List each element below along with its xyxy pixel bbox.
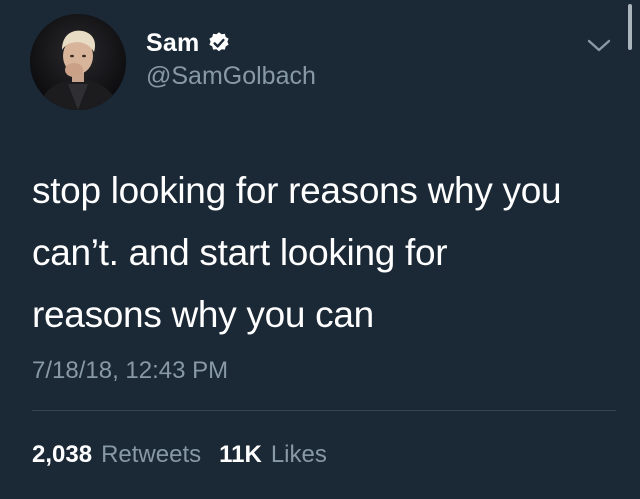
- tweet-timestamp[interactable]: 7/18/18, 12:43 PM: [32, 357, 228, 385]
- scrollbar[interactable]: [628, 4, 632, 50]
- retweets-count: 2,038: [32, 441, 93, 468]
- tweet-text: stop looking for reasons why you can’t. …: [32, 160, 622, 346]
- divider: [32, 410, 616, 411]
- likes-label: Likes: [270, 441, 327, 468]
- name-row: Sam: [146, 28, 316, 58]
- display-name[interactable]: Sam: [146, 29, 199, 58]
- likes-count: 11K: [219, 441, 262, 468]
- avatar[interactable]: [30, 14, 126, 110]
- tweet-card: Sam @SamGolbach stop looking for reasons…: [0, 0, 640, 499]
- retweets-label: Retweets: [101, 441, 202, 468]
- chevron-down-icon[interactable]: [586, 36, 612, 56]
- verified-badge-icon: [207, 31, 231, 55]
- tweet-stats: 2,038 Retweets 11K Likes: [32, 441, 327, 469]
- likes-stat[interactable]: 11K Likes: [219, 441, 327, 469]
- tweet-text-line: stop looking for reasons why you: [32, 170, 562, 211]
- retweets-stat[interactable]: 2,038 Retweets: [32, 441, 201, 469]
- tweet-text-line: reasons why you can: [32, 294, 374, 335]
- user-handle[interactable]: @SamGolbach: [146, 62, 316, 91]
- tweet-text-line: can’t. and start looking for: [32, 232, 448, 273]
- tweet-author[interactable]: Sam @SamGolbach: [146, 28, 316, 91]
